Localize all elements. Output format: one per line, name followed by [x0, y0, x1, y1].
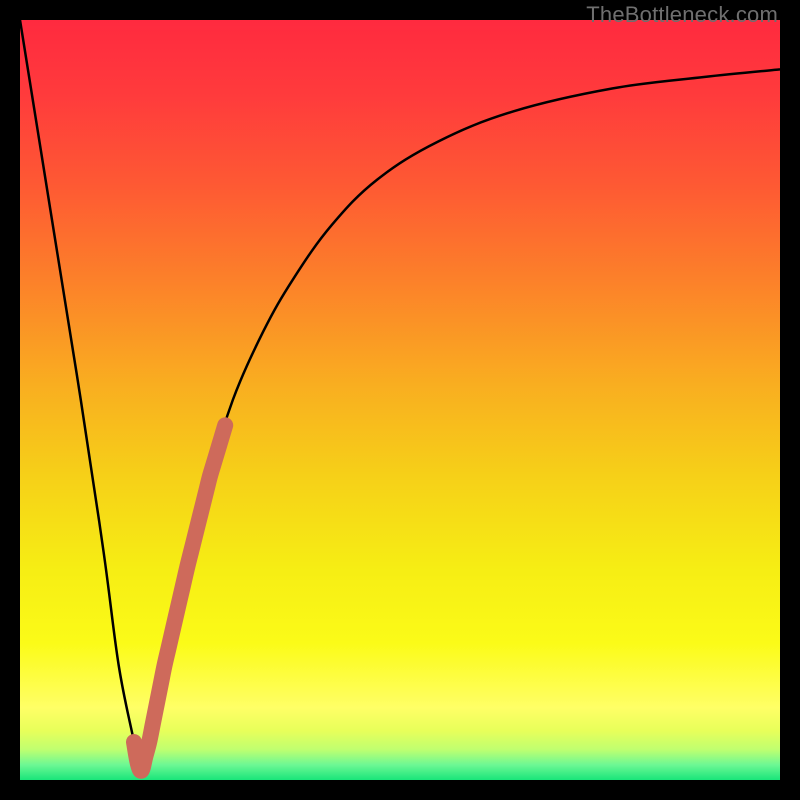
- chart-svg: [20, 20, 780, 780]
- highlight-segment: [134, 425, 225, 770]
- bottleneck-curve: [20, 20, 780, 776]
- plot-area: [20, 20, 780, 780]
- chart-frame: TheBottleneck.com: [0, 0, 800, 800]
- watermark-text: TheBottleneck.com: [586, 2, 778, 28]
